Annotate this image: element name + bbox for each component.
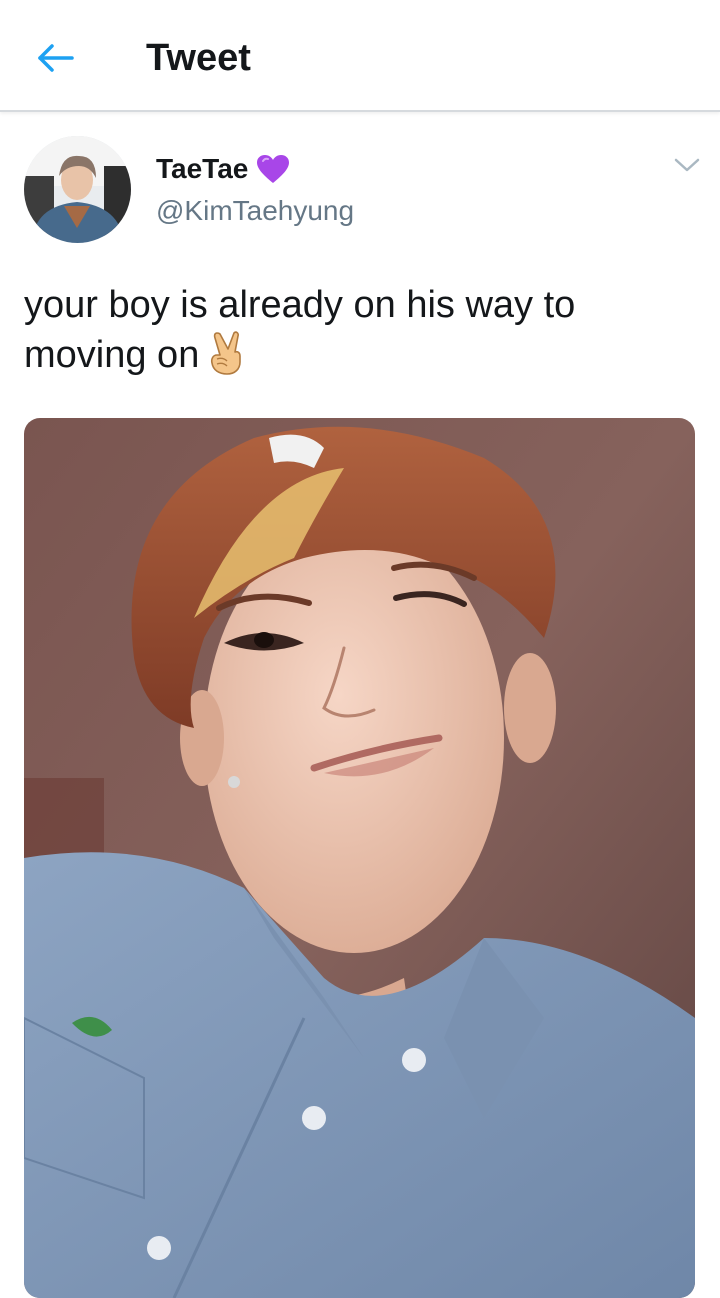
tweet-text-body: your boy is already on his way to moving…: [24, 284, 576, 376]
photo-illustration: [24, 418, 695, 1298]
back-button[interactable]: [28, 30, 84, 86]
app-bar: Tweet: [0, 0, 720, 112]
purple-heart-icon: [257, 155, 290, 183]
chevron-down-icon: [674, 158, 700, 172]
tweet: TaeTae @KimTaehyung your boy is already …: [0, 114, 720, 1298]
tweet-photo[interactable]: [24, 418, 695, 1298]
display-name[interactable]: TaeTae: [156, 152, 248, 186]
author-name-row: TaeTae: [156, 152, 290, 186]
victory-hand-icon: [205, 331, 245, 388]
author-handle[interactable]: @KimTaehyung: [156, 194, 354, 228]
tweet-menu-button[interactable]: [670, 150, 704, 180]
page-title: Tweet: [146, 37, 251, 79]
arrow-left-icon: [38, 44, 74, 72]
tweet-text: your boy is already on his way to moving…: [24, 280, 694, 388]
avatar[interactable]: [24, 136, 131, 243]
